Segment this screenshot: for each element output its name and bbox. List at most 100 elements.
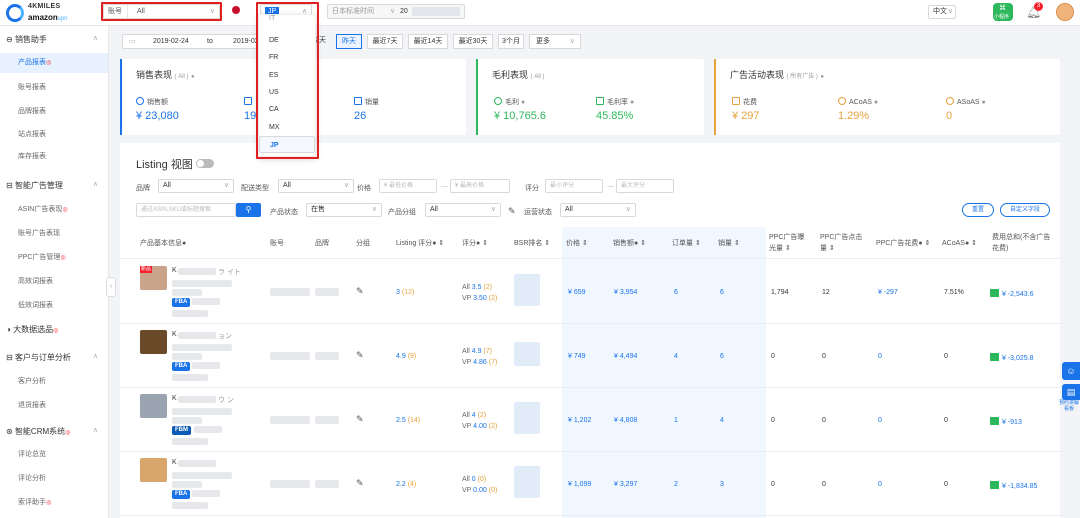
sidebar-item-returns[interactable]: 退货报表 [0,396,108,416]
custom-fields-button[interactable]: 自定义字段 [1000,203,1050,217]
sidebar-group-sales[interactable]: ⊖ 销售助手 ∧ [6,34,102,45]
sidebar-item-review-analysis[interactable]: 评论分析 [0,469,108,489]
miniprogram-button[interactable]: ⌘ 小程序 [993,3,1013,21]
col-bsr[interactable]: BSR排名 ⇕ [514,238,550,249]
group-filter-select[interactable]: All ∨ [425,203,501,217]
timezone-select[interactable]: 日本标准时间 ∨ 20 [327,4,465,19]
table-row[interactable]: K FBA ✎ 2.2 (4) All 0 (0) VP 0.00 (0) ¥ … [120,452,1060,516]
top-bar: 4KMILES amazonspn 账号 All ∨ JP ∧ 日本标准时间 ∨… [0,0,1080,26]
sidebar-item-product-report[interactable]: 产品报表◎ [0,53,108,73]
rating-all: All 4.9 (7) [462,346,497,357]
sidebar-item-high-eff-words[interactable]: 高效词报表 [0,272,108,292]
search-input[interactable]: 通过ASIN,SKU或标题搜索 [136,203,236,217]
search-button[interactable]: ⚲ [236,203,261,217]
listing-score[interactable]: 2.2 (4) [396,481,416,488]
listing-score[interactable]: 2.5 (14) [396,417,420,424]
col-product-info[interactable]: 产品基本信息● [140,238,186,249]
listing-score[interactable]: 4.9 (9) [396,353,416,360]
fees-cell[interactable]: ¥ -3,025.8 [990,353,1034,362]
range-7days[interactable]: 最近7天 [367,34,403,49]
sidebar-item-label: 账号广告表现 [18,230,60,237]
hot-badge: ◎ [62,207,68,213]
spend-cell: 0 [878,353,882,360]
table-row[interactable]: K ョン FBA ✎ 4.9 (9) All 4.9 (7) VP 4.86 (… [120,324,1060,388]
japan-flag-icon [232,6,240,14]
sidebar-group-ads[interactable]: ⊟ 智能广告管理 ∧ [6,180,102,191]
col-orders[interactable]: 订单量 ⇕ [672,238,701,249]
fees-cell[interactable]: ¥ -913 [990,417,1022,426]
language-select[interactable]: 中文 ∨ [928,5,956,19]
listing-view-toggle[interactable] [196,159,214,168]
sidebar-collapse-button[interactable]: ‹ [106,277,116,297]
range-3months[interactable]: 3个月 [498,34,524,49]
sidebar-group-crm[interactable]: ⊛ 智能CRM系统◎ ∧ [6,426,102,437]
sidebar-item-ppc-manage[interactable]: PPC广告管理◎ [0,248,108,268]
product-title-prefix[interactable]: K [172,459,177,466]
price-min-input[interactable]: ¥ 最低价格 [379,179,437,193]
demo-float-button[interactable]: ▤ [1062,384,1080,400]
sidebar-group-customer[interactable]: ⊟ 客户与订单分析 ∧ [6,352,102,363]
col-sales[interactable]: 销售额● ⇕ [613,238,646,249]
brand-filter-select[interactable]: All ∨ [158,179,234,193]
rating-min-input[interactable]: 最小评分 [545,179,603,193]
sidebar-item-account-report[interactable]: 账号报表 [0,78,108,98]
delivery-filter-select[interactable]: All ∨ [278,179,354,193]
price-max-input[interactable]: ¥ 最高价格 [450,179,510,193]
sidebar-item-customer-analysis[interactable]: 客户分析 [0,372,108,392]
col-price[interactable]: 价格 ⇕ [566,238,588,249]
brand-logo[interactable]: 4KMILES amazonspn [6,2,96,24]
hot-badge: ◎ [53,328,59,334]
table-row[interactable]: 新品 K ラ イト FBA ✎ 3 (12) All 3.5 (2) VP 3.… [120,260,1060,324]
col-units[interactable]: 销量 ⇕ [718,238,740,249]
product-title-prefix[interactable]: K [172,331,177,338]
sidebar-item-inventory-report[interactable]: 库存报表 [0,147,108,167]
col-listing-score[interactable]: Listing 评分● ⇕ [396,238,444,249]
product-title-prefix[interactable]: K [172,395,177,402]
col-acoas[interactable]: ACoAS● ⇕ [942,238,977,249]
chevron-down-icon: ∨ [625,206,631,213]
col-rating[interactable]: 评分● ⇕ [462,238,488,249]
product-title-prefix[interactable]: K [172,267,177,274]
hot-badge: ◎ [46,500,52,506]
range-yesterday[interactable]: 昨天 [336,34,362,49]
sidebar-item-low-eff-words[interactable]: 低效词报表 [0,296,108,316]
sales-assistant-icon: ⊖ [6,35,13,44]
metric-label: ASoAS [957,99,980,106]
edit-group-icon[interactable]: ✎ [356,350,364,361]
fee-detail-icon [990,353,999,361]
avatar[interactable] [1056,3,1074,21]
sidebar-item-asin-ads[interactable]: ASIN广告表现◎ [0,200,108,220]
range-14days[interactable]: 最近14天 [408,34,448,49]
edit-group-icon[interactable]: ✎ [356,286,364,297]
reset-button[interactable]: 重置 [962,203,994,217]
range-more[interactable]: 更多 ∨ [529,34,581,49]
edit-group-icon[interactable]: ✎ [356,478,364,489]
chat-float-button[interactable]: ☺ [1062,362,1080,380]
fees-cell[interactable]: ¥ -2,543.6 [990,289,1034,298]
col-clicks[interactable]: PPC广告点击量 ⇕ [820,232,864,254]
fees-cell[interactable]: ¥ -1,834.85 [990,481,1037,490]
col-account[interactable]: 账号 [270,238,284,249]
demo-float-label[interactable]: 预约讲解看板 [1058,400,1080,412]
col-spend[interactable]: PPC广告花费● ⇕ [876,238,930,249]
sidebar-item-account-ads[interactable]: 账号广告表现 [0,224,108,244]
col-brand[interactable]: 品牌 [315,238,329,249]
range-30days[interactable]: 最近30天 [453,34,493,49]
metric-label: 毛利 [505,99,519,106]
table-row[interactable]: K ウ ン FBM ✎ 2.5 (14) All 4 (2) VP 4.00 (… [120,388,1060,452]
edit-icon[interactable]: ✎ [508,206,516,217]
sidebar-item-label: 库存报表 [18,153,46,160]
col-impressions[interactable]: PPC广告曝光量 ⇕ [769,232,811,254]
sidebar-item-brand-report[interactable]: 品牌报表 [0,102,108,122]
ops-filter-select[interactable]: All ∨ [560,203,636,217]
listing-score[interactable]: 3 (12) [396,289,414,296]
edit-group-icon[interactable]: ✎ [356,414,364,425]
sidebar-item-site-report[interactable]: 站点报表 [0,125,108,145]
sidebar-item-review-request[interactable]: 索评助手◎ [0,493,108,513]
status-filter-select[interactable]: 在售 ∨ [306,203,382,217]
sidebar-item-review-overview[interactable]: 评论总览 [0,445,108,465]
sidebar-group-big-data[interactable]: ◑ 大数据选品◎ [6,324,102,335]
col-group[interactable]: 分组 [356,238,370,249]
col-fees[interactable]: 费用总和(不含广告花费) [992,232,1056,254]
rating-max-input[interactable]: 最大评分 [616,179,674,193]
